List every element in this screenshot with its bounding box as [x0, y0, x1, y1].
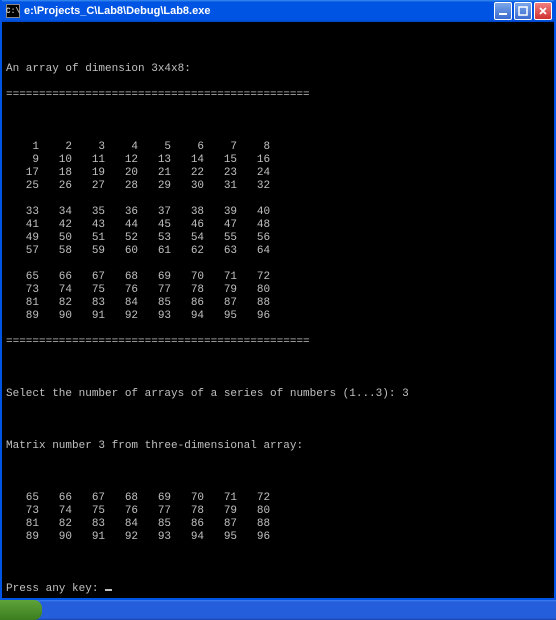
table-row: 81 82 83 84 85 86 87 88 [6, 297, 550, 310]
minimize-button[interactable] [494, 2, 512, 20]
console-window: C:\ e:\Projects_C\Lab8\Debug\Lab8.exe An… [0, 0, 556, 600]
press-any-key: Press any key: [6, 583, 105, 595]
selected-matrix-block: 65 66 67 68 69 70 71 72 73 74 75 76 77 7… [6, 492, 550, 544]
array3d-block: 1 2 3 4 5 6 7 8 9 10 11 12 13 14 15 16 1… [6, 141, 550, 323]
window-title: e:\Projects_C\Lab8\Debug\Lab8.exe [24, 5, 494, 17]
blank-line [6, 414, 550, 427]
select-prompt: Select the number of arrays of a series … [6, 388, 402, 400]
blank-line [6, 362, 550, 375]
maximize-icon [518, 6, 528, 16]
blank-line [6, 193, 550, 206]
selected-value: 3 [402, 388, 409, 400]
table-row: 65 66 67 68 69 70 71 72 [6, 492, 550, 505]
blank-line [6, 466, 550, 479]
cursor [105, 589, 112, 591]
press-any-key-line: Press any key: [6, 583, 550, 596]
console-output[interactable]: An array of dimension 3x4x8: ===========… [2, 22, 554, 598]
blank-line [6, 115, 550, 128]
close-icon [538, 6, 548, 16]
table-row: 89 90 91 92 93 94 95 96 [6, 310, 550, 323]
minimize-icon [498, 6, 508, 16]
divider: ========================================… [6, 336, 550, 349]
start-button[interactable] [0, 600, 42, 620]
table-row: 49 50 51 52 53 54 55 56 [6, 232, 550, 245]
taskbar[interactable] [0, 600, 556, 620]
titlebar[interactable]: C:\ e:\Projects_C\Lab8\Debug\Lab8.exe [2, 0, 554, 22]
select-prompt-line: Select the number of arrays of a series … [6, 388, 550, 401]
blank-line [6, 557, 550, 570]
blank-line [6, 37, 550, 50]
window-controls [494, 2, 552, 20]
divider: ========================================… [6, 89, 550, 102]
table-row: 57 58 59 60 61 62 63 64 [6, 245, 550, 258]
table-row: 65 66 67 68 69 70 71 72 [6, 271, 550, 284]
table-row: 9 10 11 12 13 14 15 16 [6, 154, 550, 167]
table-row: 33 34 35 36 37 38 39 40 [6, 206, 550, 219]
app-icon: C:\ [6, 4, 20, 18]
table-row: 73 74 75 76 77 78 79 80 [6, 284, 550, 297]
table-row: 17 18 19 20 21 22 23 24 [6, 167, 550, 180]
blank-line [6, 258, 550, 271]
table-row: 1 2 3 4 5 6 7 8 [6, 141, 550, 154]
matrix-header: Matrix number 3 from three-dimensional a… [6, 440, 550, 453]
maximize-button[interactable] [514, 2, 532, 20]
close-button[interactable] [534, 2, 552, 20]
table-row: 81 82 83 84 85 86 87 88 [6, 518, 550, 531]
table-row: 89 90 91 92 93 94 95 96 [6, 531, 550, 544]
table-row: 73 74 75 76 77 78 79 80 [6, 505, 550, 518]
table-row: 41 42 43 44 45 46 47 48 [6, 219, 550, 232]
table-row: 25 26 27 28 29 30 31 32 [6, 180, 550, 193]
array-header: An array of dimension 3x4x8: [6, 63, 550, 76]
